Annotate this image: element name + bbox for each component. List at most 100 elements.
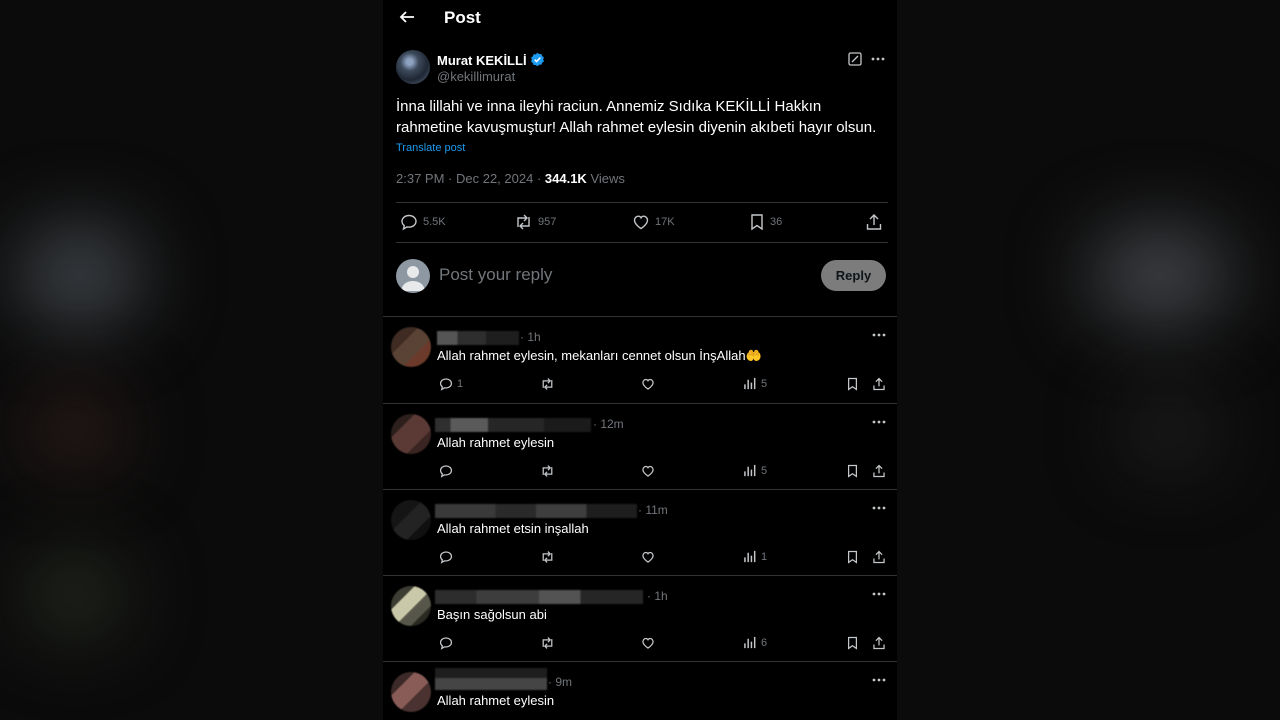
comment-view-count: 6 [761, 636, 768, 649]
background-blur [1090, 230, 1230, 320]
bookmark-icon [749, 213, 765, 231]
reply-action[interactable]: 5.5K [400, 213, 446, 231]
commenter-name-blurred[interactable] [435, 418, 591, 432]
comment-views-action[interactable]: 1 [744, 550, 767, 563]
comment-repost-action[interactable] [540, 636, 555, 650]
commenter-name-blurred[interactable] [435, 504, 637, 518]
divider [383, 489, 897, 490]
reply-button[interactable]: Reply [821, 260, 886, 291]
comment-views-action[interactable]: 5 [744, 464, 767, 477]
comment-view-count: 5 [761, 464, 768, 477]
comment-text: Başın sağolsun abi [437, 607, 547, 622]
post-date[interactable]: Dec 22, 2024 [456, 171, 533, 186]
reply-input[interactable]: Post your reply [439, 265, 552, 285]
grok-icon[interactable] [848, 52, 862, 66]
comment-view-count: 5 [761, 377, 768, 390]
like-count: 17K [655, 216, 675, 228]
comment-share-action[interactable] [872, 636, 886, 650]
views-count: 344.1K [544, 171, 587, 186]
more-options-icon[interactable] [872, 678, 886, 682]
author-avatar[interactable] [396, 50, 430, 84]
comment-bookmark-action[interactable] [846, 550, 859, 564]
repost-count: 957 [538, 216, 557, 228]
comment-bookmark-action[interactable] [846, 636, 859, 650]
divider [383, 575, 897, 576]
comment-reply-action[interactable] [439, 464, 457, 478]
more-options-icon[interactable] [871, 57, 885, 61]
comment-time[interactable]: · 11m [638, 503, 668, 517]
divider [383, 316, 897, 317]
post-actions: 5.5K 957 17K 36 [396, 204, 888, 240]
comment-reply-action[interactable] [439, 550, 457, 564]
commenter-avatar[interactable] [391, 586, 431, 626]
author-name[interactable]: Murat KEKİLLİ [437, 52, 545, 70]
comment-time[interactable]: · 12m [593, 417, 624, 431]
background-blur [20, 230, 140, 320]
comment-item[interactable]: · 11m Allah rahmet etsin inşallah 1 [383, 491, 897, 577]
more-options-icon[interactable] [872, 592, 886, 596]
comment-repost-action[interactable] [540, 377, 555, 391]
back-arrow-icon[interactable] [396, 6, 418, 28]
post-meta: 2:37 PM · Dec 22, 2024 · 344.1K Views [396, 171, 625, 186]
background-blur [1130, 400, 1210, 460]
comment-time[interactable]: · 1h [647, 589, 668, 603]
comment-reply-action[interactable] [439, 636, 457, 650]
bookmark-action[interactable]: 36 [749, 213, 782, 231]
post-time[interactable]: 2:37 PM [396, 171, 444, 186]
commenter-name-blurred[interactable] [435, 590, 643, 604]
divider [396, 242, 888, 243]
comment-text: Allah rahmet etsin inşallah [437, 521, 589, 536]
top-bar: Post [383, 0, 897, 36]
share-icon [865, 213, 883, 231]
comment-item[interactable]: · 9m Allah rahmet eylesin [383, 663, 897, 720]
more-options-icon[interactable] [872, 506, 886, 510]
comment-share-action[interactable] [872, 464, 886, 478]
comment-views-action[interactable]: 5 [744, 377, 767, 390]
author-handle[interactable]: @kekillimurat [437, 69, 515, 84]
comment-item[interactable]: · 12m Allah rahmet eylesin 5 [383, 405, 897, 491]
background-blur [30, 560, 120, 630]
reply-composer: Post your reply Reply [396, 258, 886, 294]
comment-bookmark-action[interactable] [846, 464, 859, 478]
more-options-icon[interactable] [872, 333, 886, 337]
comment-time[interactable]: · 9m [548, 675, 572, 689]
comment-time[interactable]: · 1h [520, 330, 541, 344]
commenter-avatar[interactable] [391, 327, 431, 367]
comment-repost-action[interactable] [540, 464, 555, 478]
comment-item[interactable]: · 1h Başın sağolsun abi 6 [383, 577, 897, 663]
repost-action[interactable]: 957 [514, 213, 556, 231]
comment-share-action[interactable] [872, 377, 886, 391]
reply-icon [400, 213, 418, 231]
comment-repost-action[interactable] [540, 550, 555, 564]
comment-text: Allah rahmet eylesin, mekanları cennet o… [437, 348, 762, 363]
commenter-avatar[interactable] [391, 500, 431, 540]
comment-views-action[interactable]: 6 [744, 636, 767, 649]
heart-icon [632, 213, 650, 231]
comment-like-action[interactable] [641, 636, 655, 650]
verified-badge-icon [530, 52, 545, 70]
divider [383, 661, 897, 662]
divider [383, 403, 897, 404]
share-action[interactable] [865, 213, 883, 231]
comment-reply-action[interactable]: 1 [439, 377, 463, 391]
comment-item[interactable]: · 1h Allah rahmet eylesin, mekanları cen… [383, 318, 897, 404]
divider [396, 202, 888, 203]
commenter-avatar[interactable] [391, 414, 431, 454]
comment-like-action[interactable] [641, 377, 655, 391]
comment-reply-count: 1 [457, 378, 464, 390]
like-action[interactable]: 17K [632, 213, 675, 231]
user-avatar[interactable] [396, 259, 430, 293]
commenter-avatar[interactable] [391, 672, 431, 712]
more-options-icon[interactable] [872, 420, 886, 424]
comment-like-action[interactable] [641, 464, 655, 478]
commenter-name-blurred[interactable] [435, 668, 547, 690]
post-panel: Post Murat KEKİLLİ @kekillimurat İnna li… [383, 0, 897, 720]
author-name-text[interactable]: Murat KEKİLLİ [437, 53, 527, 68]
comment-share-action[interactable] [872, 550, 886, 564]
translate-post-link[interactable]: Translate post [396, 142, 465, 154]
comment-bookmark-action[interactable] [846, 377, 859, 391]
post-header-icons [848, 52, 885, 66]
comment-like-action[interactable] [641, 550, 655, 564]
commenter-name-blurred[interactable] [437, 331, 519, 345]
repost-icon [514, 213, 533, 231]
